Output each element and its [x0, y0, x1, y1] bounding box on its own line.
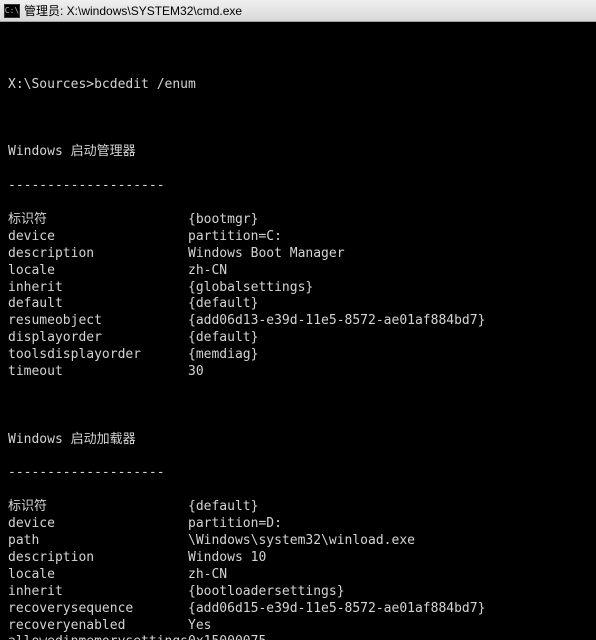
config-row: resumeobject{add06d13-e39d-11e5-8572-ae0… [8, 313, 588, 330]
window-titlebar: C:\ 管理员: X:\windows\SYSTEM32\cmd.exe [0, 0, 596, 22]
config-key: 标识符 [8, 212, 188, 229]
terminal-output[interactable]: X:\Sources>bcdedit /enum Windows 启动管理器 -… [0, 22, 596, 640]
config-key: allowedinmemorysettings [8, 634, 188, 640]
config-value: Yes [188, 618, 211, 635]
config-key: default [8, 296, 188, 313]
config-value: zh-CN [188, 567, 227, 584]
config-value: Windows 10 [188, 550, 266, 567]
section-title: Windows 启动管理器 [8, 144, 588, 161]
config-value: partition=C: [188, 229, 282, 246]
config-value: partition=D: [188, 516, 282, 533]
config-value: {bootmgr} [188, 212, 258, 229]
config-row: inherit{bootloadersettings} [8, 584, 588, 601]
config-value: {default} [188, 499, 258, 516]
config-row: displayorder{default} [8, 330, 588, 347]
config-row: allowedinmemorysettings0x15000075 [8, 634, 588, 640]
config-value: zh-CN [188, 263, 227, 280]
config-key: locale [8, 567, 188, 584]
section-title: Windows 启动加载器 [8, 432, 588, 449]
config-row: devicepartition=C: [8, 229, 588, 246]
section-divider: -------------------- [8, 465, 588, 482]
config-value: 30 [188, 364, 204, 381]
config-key: inherit [8, 280, 188, 297]
config-row: default{default} [8, 296, 588, 313]
command-text: bcdedit /enum [94, 77, 196, 94]
config-key: description [8, 550, 188, 567]
config-row: path\Windows\system32\winload.exe [8, 533, 588, 550]
config-row: recoverysequence{add06d15-e39d-11e5-8572… [8, 601, 588, 618]
config-value: {bootloadersettings} [188, 584, 345, 601]
config-row: 标识符{bootmgr} [8, 212, 588, 229]
config-row: descriptionWindows 10 [8, 550, 588, 567]
config-key: recoveryenabled [8, 618, 188, 635]
config-key: locale [8, 263, 188, 280]
config-key: toolsdisplayorder [8, 347, 188, 364]
config-key: device [8, 229, 188, 246]
command-line: X:\Sources>bcdedit /enum [8, 77, 588, 94]
config-row: descriptionWindows Boot Manager [8, 246, 588, 263]
config-value: {memdiag} [188, 347, 258, 364]
config-key: path [8, 533, 188, 550]
prompt-path: X:\Sources> [8, 77, 94, 94]
config-value: {add06d15-e39d-11e5-8572-ae01af884bd7} [188, 601, 485, 618]
config-row: timeout30 [8, 364, 588, 381]
config-key: displayorder [8, 330, 188, 347]
config-value: Windows Boot Manager [188, 246, 345, 263]
config-value: 0x15000075 [188, 634, 266, 640]
config-row: inherit{globalsettings} [8, 280, 588, 297]
config-key: 标识符 [8, 499, 188, 516]
config-value: \Windows\system32\winload.exe [188, 533, 415, 550]
window-title: 管理员: X:\windows\SYSTEM32\cmd.exe [24, 2, 242, 19]
config-row: devicepartition=D: [8, 516, 588, 533]
config-row: 标识符{default} [8, 499, 588, 516]
config-value: {add06d13-e39d-11e5-8572-ae01af884bd7} [188, 313, 485, 330]
config-key: recoverysequence [8, 601, 188, 618]
config-row: recoveryenabledYes [8, 618, 588, 635]
config-value: {default} [188, 296, 258, 313]
config-row: localezh-CN [8, 263, 588, 280]
config-key: timeout [8, 364, 188, 381]
config-key: description [8, 246, 188, 263]
cmd-icon: C:\ [4, 4, 20, 18]
config-key: inherit [8, 584, 188, 601]
config-value: {default} [188, 330, 258, 347]
config-key: device [8, 516, 188, 533]
config-value: {globalsettings} [188, 280, 313, 297]
config-row: localezh-CN [8, 567, 588, 584]
config-key: resumeobject [8, 313, 188, 330]
config-row: toolsdisplayorder{memdiag} [8, 347, 588, 364]
section-divider: -------------------- [8, 178, 588, 195]
